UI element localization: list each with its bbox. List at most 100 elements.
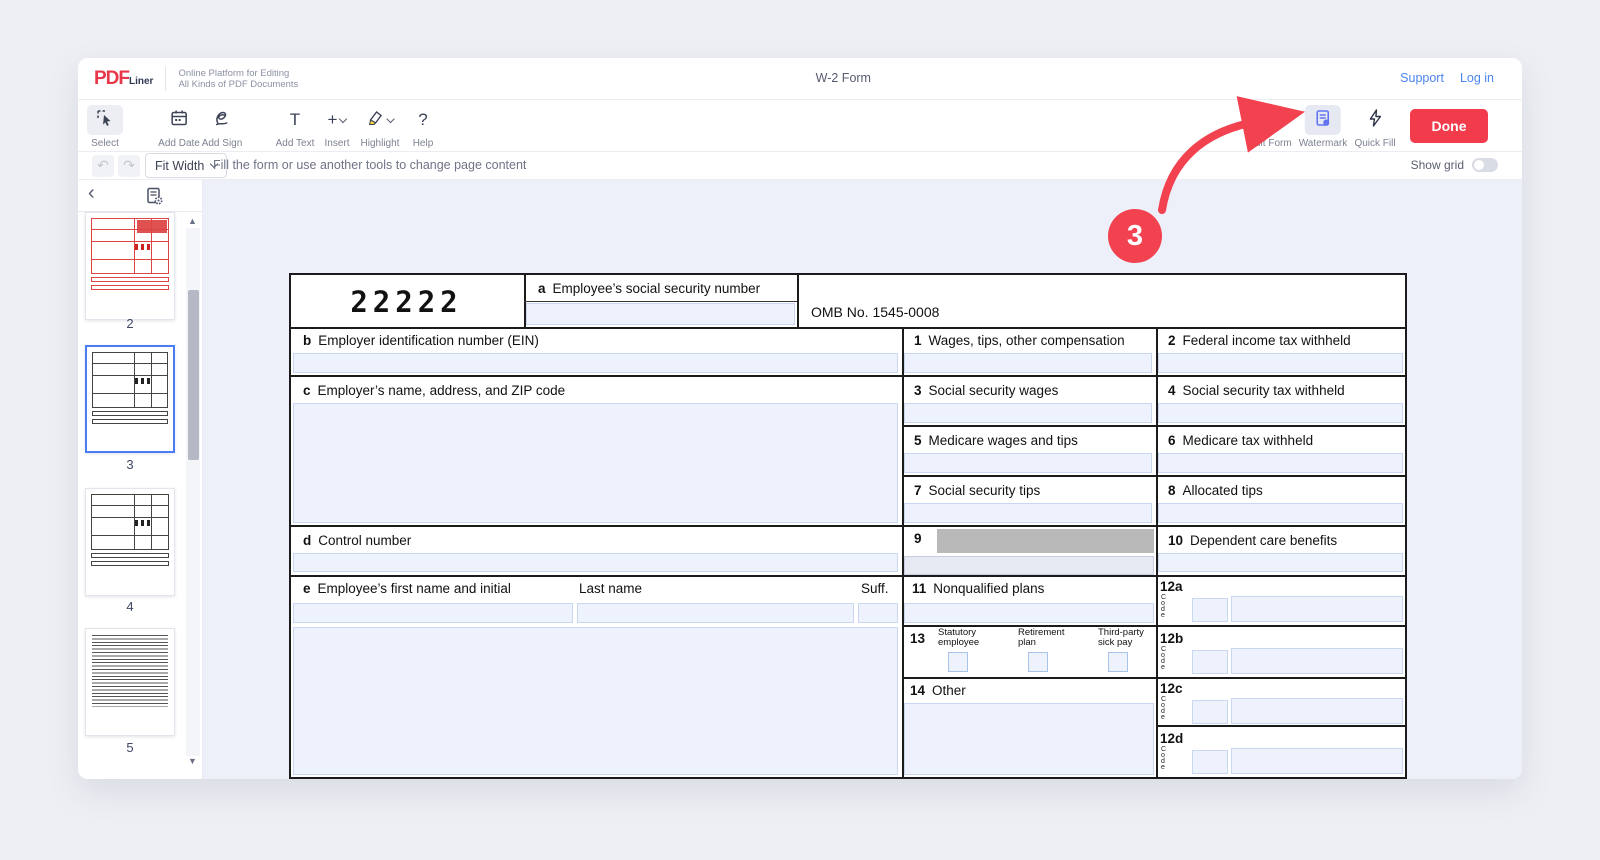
watermark-icon bbox=[1314, 109, 1332, 132]
field-prefix: 8 bbox=[1168, 483, 1176, 498]
help-button[interactable]: ? Help bbox=[405, 105, 441, 149]
input-box-5-medicare-wages[interactable] bbox=[904, 453, 1152, 473]
input-box-e-first-name[interactable] bbox=[293, 603, 573, 623]
field-prefix: 7 bbox=[914, 483, 922, 498]
done-button[interactable]: Done bbox=[1410, 109, 1488, 143]
field-prefix: 2 bbox=[1168, 333, 1176, 348]
input-box-4-ss-tax[interactable] bbox=[1158, 403, 1403, 423]
input-box-3-ss-wages[interactable] bbox=[904, 403, 1152, 423]
input-box-e-last-name[interactable] bbox=[577, 603, 854, 623]
form-line bbox=[291, 777, 1405, 779]
sidebar-scrollbar-thumb[interactable] bbox=[188, 290, 199, 460]
input-box-8-allocated-tips[interactable] bbox=[1158, 503, 1403, 523]
insert-button[interactable]: + Insert bbox=[319, 105, 355, 149]
scroll-down-arrow[interactable]: ▼ bbox=[188, 756, 197, 766]
input-box-1-wages[interactable] bbox=[904, 353, 1152, 373]
checkbox-label: plan bbox=[1018, 637, 1036, 648]
page-thumbnail-4[interactable] bbox=[85, 488, 175, 596]
code-vertical-label: Code bbox=[1161, 747, 1166, 771]
input-box-11-nonqualified[interactable] bbox=[904, 603, 1154, 623]
undo-button[interactable]: ↶ bbox=[92, 155, 114, 177]
input-box-12d-code[interactable] bbox=[1192, 750, 1228, 774]
field-label: Allocated tips bbox=[1183, 483, 1263, 498]
input-box-12a-amount[interactable] bbox=[1231, 596, 1403, 622]
logo[interactable]: PDFLiner Online Platform for Editing All… bbox=[94, 67, 298, 91]
login-link[interactable]: Log in bbox=[1460, 71, 1494, 85]
field-prefix: 13 bbox=[910, 631, 925, 646]
support-link[interactable]: Support bbox=[1400, 71, 1444, 85]
page-thumbnail-5[interactable] bbox=[85, 628, 175, 736]
quick-fill-button[interactable]: Quick Fill bbox=[1354, 105, 1395, 149]
w2-form-page: 22222 aEmployee’s social security number… bbox=[289, 273, 1407, 779]
input-box-12d-amount[interactable] bbox=[1231, 748, 1403, 774]
collapse-sidebar-button[interactable]: ‹ bbox=[88, 182, 95, 205]
page-settings-button[interactable] bbox=[144, 186, 164, 211]
input-box-12b-code[interactable] bbox=[1192, 650, 1228, 674]
field-prefix: d bbox=[303, 533, 311, 548]
add-text-button[interactable]: T Add Text bbox=[276, 105, 315, 149]
checkbox-statutory-employee[interactable] bbox=[948, 652, 968, 672]
highlight-button[interactable]: Highlight bbox=[361, 105, 400, 149]
field-label: Nonqualified plans bbox=[933, 581, 1044, 596]
scroll-up-arrow[interactable]: ▲ bbox=[188, 216, 197, 226]
input-box-12b-amount[interactable] bbox=[1231, 648, 1403, 674]
field-label: Social security tips bbox=[929, 483, 1041, 498]
field-label: Employee’s social security number bbox=[553, 281, 761, 296]
field-label: Suff. bbox=[861, 581, 889, 596]
field-label: Social security wages bbox=[929, 383, 1059, 398]
input-box-2-federal-tax[interactable] bbox=[1158, 353, 1403, 373]
input-box-6-medicare-tax[interactable] bbox=[1158, 453, 1403, 473]
input-box-12a-code[interactable] bbox=[1192, 598, 1228, 622]
input-box-b-ein[interactable] bbox=[293, 353, 898, 373]
checkbox-third-party-sick-pay[interactable] bbox=[1108, 652, 1128, 672]
signature-icon bbox=[213, 109, 231, 132]
input-box-10-dependent-care[interactable] bbox=[1158, 553, 1403, 572]
code-vertical-label: Code bbox=[1161, 647, 1166, 671]
page-number: 4 bbox=[85, 599, 175, 614]
edit-form-button[interactable]: Edit Form bbox=[1248, 105, 1291, 149]
input-box-12c-code[interactable] bbox=[1192, 700, 1228, 724]
form-line bbox=[902, 677, 1405, 679]
field-label: Other bbox=[932, 683, 966, 698]
input-box-14-other[interactable] bbox=[904, 703, 1154, 775]
form-line bbox=[902, 425, 1405, 427]
input-box-a-ssn[interactable] bbox=[526, 303, 795, 325]
input-box-7-ss-tips[interactable] bbox=[904, 503, 1152, 523]
form-line bbox=[902, 625, 1405, 627]
checkbox-label: employee bbox=[938, 637, 979, 648]
input-box-9[interactable] bbox=[904, 556, 1154, 575]
input-box-e-blank-area[interactable] bbox=[293, 627, 898, 775]
input-box-12c-amount[interactable] bbox=[1231, 698, 1403, 724]
show-grid-toggle[interactable] bbox=[1472, 158, 1498, 172]
field-label: Employer’s name, address, and ZIP code bbox=[318, 383, 566, 398]
input-box-d-control[interactable] bbox=[293, 553, 898, 572]
watermark-button[interactable]: Watermark bbox=[1299, 105, 1348, 149]
page-thumbnail-3-selected[interactable] bbox=[85, 345, 175, 453]
field-label: Last name bbox=[579, 581, 642, 596]
field-label: Dependent care benefits bbox=[1190, 533, 1337, 548]
select-cursor-icon bbox=[96, 109, 114, 132]
page-number: 3 bbox=[85, 457, 175, 472]
add-date-button[interactable]: Add Date bbox=[158, 105, 200, 149]
plus-icon: + bbox=[328, 110, 338, 130]
toolbar: Select Add Date Add Sign T Add Text + In… bbox=[78, 100, 1522, 152]
input-box-c-employer[interactable] bbox=[293, 403, 898, 523]
add-sign-button[interactable]: Add Sign bbox=[202, 105, 243, 149]
field-label: Wages, tips, other compensation bbox=[929, 333, 1125, 348]
form-line bbox=[902, 475, 1405, 477]
field-prefix: 12d bbox=[1160, 731, 1183, 746]
checkbox-retirement-plan[interactable] bbox=[1028, 652, 1048, 672]
select-button[interactable]: Select bbox=[87, 105, 123, 149]
code-vertical-label: Code bbox=[1161, 595, 1166, 619]
field-prefix: 5 bbox=[914, 433, 922, 448]
redo-button[interactable]: ↷ bbox=[118, 155, 140, 177]
text-icon: T bbox=[290, 110, 300, 130]
page-thumbnail-2[interactable] bbox=[85, 212, 175, 320]
app-window: PDFLiner Online Platform for Editing All… bbox=[78, 58, 1522, 779]
field-prefix: b bbox=[303, 333, 311, 348]
field-prefix: 4 bbox=[1168, 383, 1176, 398]
field-prefix: 14 bbox=[910, 683, 925, 698]
field-label: Medicare tax withheld bbox=[1183, 433, 1314, 448]
input-box-e-suffix[interactable] bbox=[858, 603, 898, 623]
box-9-shaded-area bbox=[937, 529, 1154, 553]
